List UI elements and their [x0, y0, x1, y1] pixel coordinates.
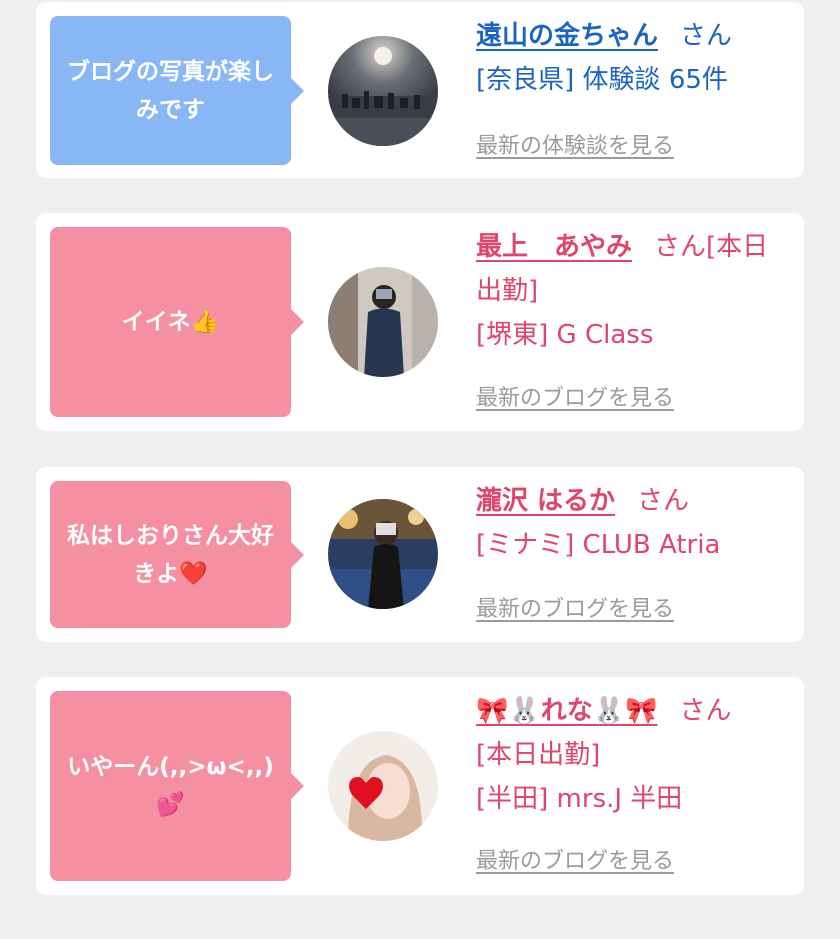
latest-posts-link[interactable]: 最新のブログを見る [476, 843, 674, 875]
avatar[interactable] [328, 499, 438, 609]
night-city-photo-icon [328, 36, 438, 146]
user-name-link[interactable]: 最上 あやみ [476, 232, 632, 262]
avatar[interactable] [328, 267, 438, 377]
user-info: 瀧沢 はるか さん [ミナミ] CLUB Atria [476, 479, 784, 567]
latest-posts-link[interactable]: 最新のブログを見る [476, 591, 674, 623]
user-name-link[interactable]: 🎀🐰れな🐰🎀 [476, 696, 658, 726]
user-detail: [本日出勤] [476, 740, 601, 770]
honorific: さん [637, 486, 690, 516]
review-list: ブログの写真が楽しみです 遠山の金ちゃん さん [奈良県] 体験談 65件 最新… [0, 0, 840, 939]
woman-photo-icon [328, 499, 438, 609]
message-bubble: イイネ👍 [50, 227, 304, 417]
message-text: ブログの写真が楽しみです [67, 58, 274, 123]
review-card: イイネ👍 最上 あやみ さん[本日出勤] [堺東] G Class 最新のブログを… [36, 213, 804, 431]
review-card: ブログの写真が楽しみです 遠山の金ちゃん さん [奈良県] 体験談 65件 最新… [36, 2, 804, 178]
message-text: 私はしおりさん大好きよ❤️ [67, 522, 274, 587]
user-name-line: 🎀🐰れな🐰🎀 さん [476, 689, 784, 733]
message-bubble: いやーん(,,>ω<,,)💕 [50, 691, 304, 881]
message-bubble: 私はしおりさん大好きよ❤️ [50, 481, 304, 628]
woman-photo-heart-icon [328, 731, 438, 841]
user-name-link[interactable]: 遠山の金ちゃん [476, 21, 658, 51]
latest-posts-link[interactable]: 最新のブログを見る [476, 380, 674, 412]
message-bubble: ブログの写真が楽しみです [50, 16, 304, 165]
user-info: 🎀🐰れな🐰🎀 さん [本日出勤] [半田] mrs.J 半田 [476, 689, 784, 821]
review-card: いやーん(,,>ω<,,)💕 🎀🐰れな🐰🎀 さん [本日出勤] [半田] mrs.… [36, 677, 804, 895]
honorific: さん [680, 21, 733, 51]
honorific: さん [679, 696, 732, 726]
review-card: 私はしおりさん大好きよ❤️ 瀧沢 はるか さん [ミナミ] CLUB Atria … [36, 467, 804, 642]
user-detail: [奈良県] 体験談 65件 [476, 65, 728, 95]
user-name-line: 遠山の金ちゃん さん [476, 14, 784, 58]
user-info: 遠山の金ちゃん さん [奈良県] 体験談 65件 [476, 14, 784, 102]
user-name-line: 瀧沢 はるか さん [476, 479, 784, 523]
user-name-link[interactable]: 瀧沢 はるか [476, 486, 615, 516]
avatar[interactable] [328, 36, 438, 146]
user-detail: [ミナミ] CLUB Atria [476, 530, 721, 560]
latest-posts-link[interactable]: 最新の体験談を見る [476, 128, 674, 160]
user-name-line: 最上 あやみ さん[本日出勤] [476, 225, 776, 313]
user-info: 最上 あやみ さん[本日出勤] [堺東] G Class [476, 225, 784, 357]
message-text: イイネ👍 [121, 309, 220, 335]
avatar[interactable] [328, 731, 438, 841]
message-text: いやーん(,,>ω<,,)💕 [67, 754, 274, 818]
user-detail: [堺東] G Class [476, 320, 654, 350]
woman-photo-icon [328, 267, 438, 377]
user-detail: [半田] mrs.J 半田 [476, 784, 683, 814]
